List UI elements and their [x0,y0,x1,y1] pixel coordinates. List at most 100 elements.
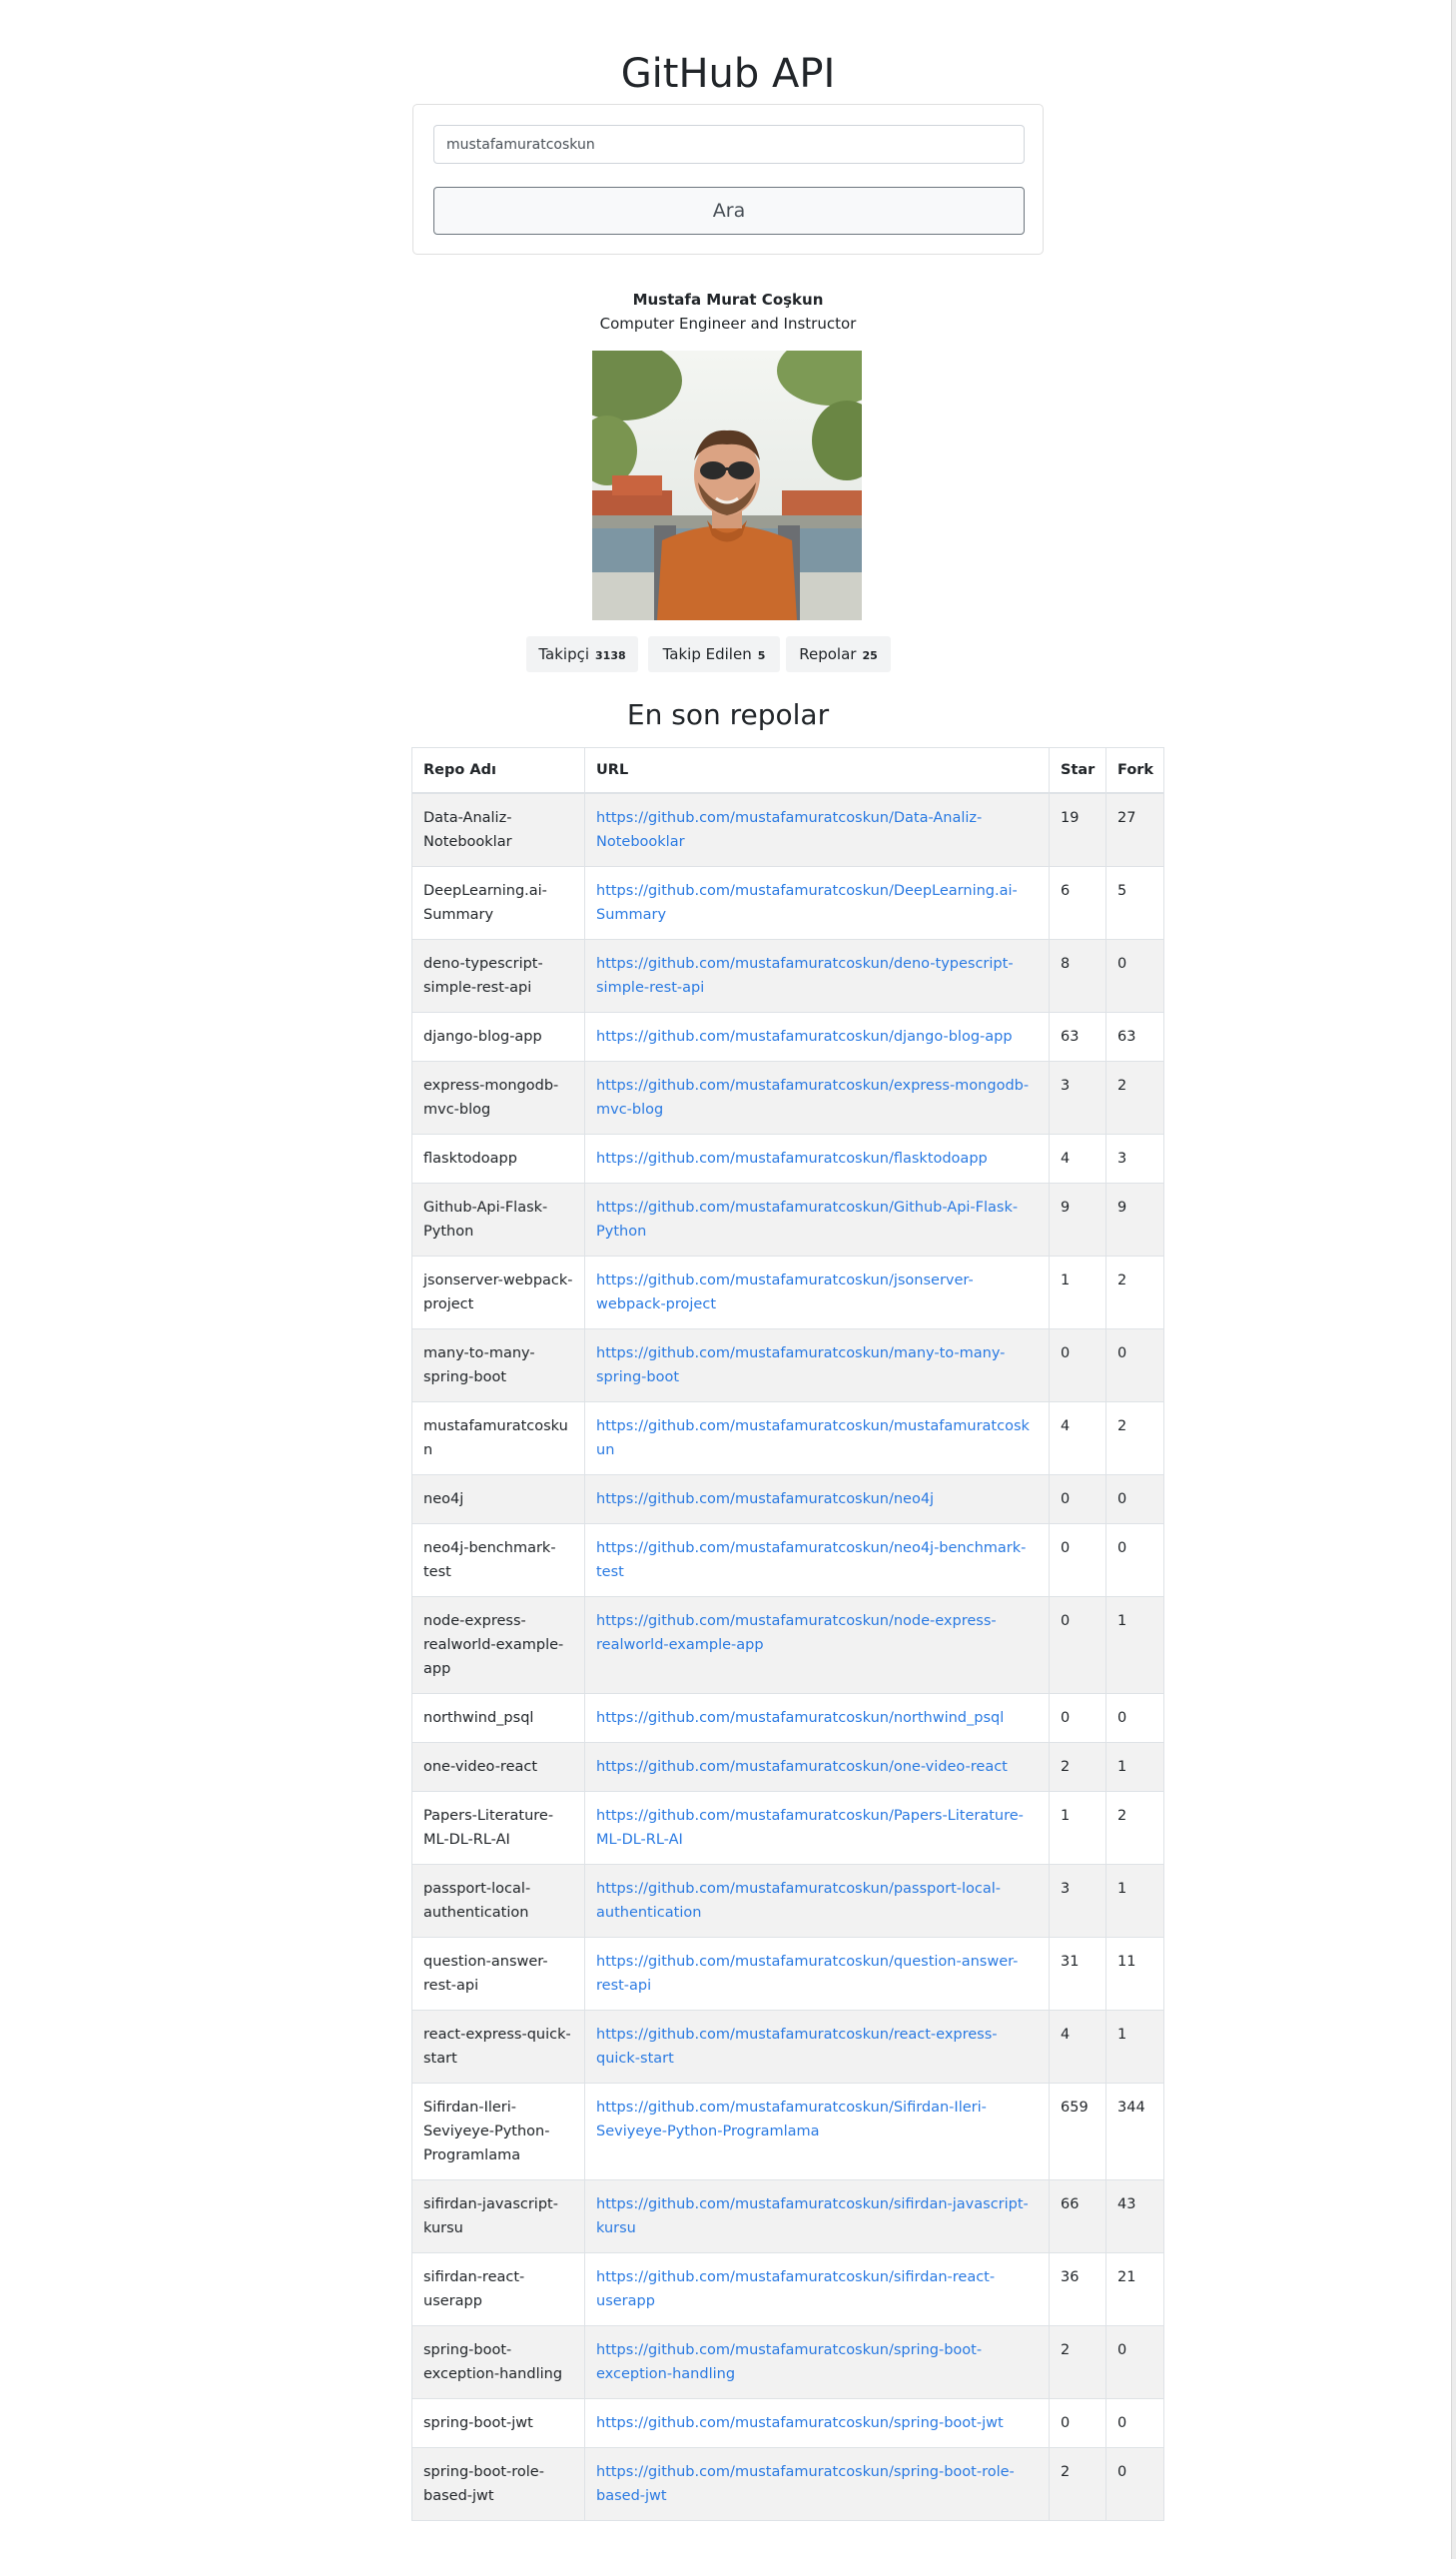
table-row: spring-boot-jwt https://github.com/mustaf… [411,2397,1164,2448]
repos-table: Repo Adı URL Star Fork Data-Analiz-Noteb… [411,747,1164,2521]
repo-fork-cell: 3 [1105,1133,1164,1184]
repo-url-link[interactable]: https://github.com/mustafamuratcoskun/qu… [596,1954,1018,1994]
repo-fork-cell: 43 [1105,2178,1164,2253]
repo-url-link[interactable]: https://github.com/mustafamuratcoskun/on… [596,1759,1008,1775]
repo-star-cell: 659 [1049,2082,1106,2180]
repo-url-link[interactable]: https://github.com/mustafamuratcoskun/sp… [596,2415,1004,2431]
repo-url-link[interactable]: https://github.com/mustafamuratcoskun/sp… [596,2342,982,2382]
column-header-star: Star [1049,747,1106,794]
table-row: sifirdan-javascript-kursu https://github.… [411,2178,1164,2253]
repo-star-cell: 9 [1049,1182,1106,1257]
repo-url-cell: https://github.com/mustafamuratcoskun/Si… [584,2082,1050,2180]
repo-url-link[interactable]: https://github.com/mustafamuratcoskun/pa… [596,1881,1001,1921]
repo-url-cell: https://github.com/mustafamuratcoskun/dj… [584,1011,1050,1062]
repo-url-link[interactable]: https://github.com/mustafamuratcoskun/fl… [596,1151,988,1167]
table-row: spring-boot-role-based-jwt https://github… [411,2446,1164,2521]
repo-url-cell: https://github.com/mustafamuratcoskun/de… [584,938,1050,1013]
table-row: Data-Analiz-Notebooklar https://github.co… [411,792,1164,867]
repo-url-link[interactable]: https://github.com/mustafamuratcoskun/re… [596,2027,998,2067]
repo-fork-cell: 0 [1105,1473,1164,1524]
repo-url-link[interactable]: https://github.com/mustafamuratcoskun/js… [596,1273,974,1312]
table-row: jsonserver-webpack-project https://github… [411,1255,1164,1329]
table-row: DeepLearning.ai-Summary https://github.co… [411,865,1164,940]
repo-star-cell: 63 [1049,1011,1106,1062]
table-row: question-answer-rest-api https://github.c… [411,1936,1164,2011]
repo-fork-cell: 0 [1105,938,1164,1013]
table-row: react-express-quick-start https://github.… [411,2009,1164,2084]
repo-star-cell: 4 [1049,1133,1106,1184]
repo-url-link[interactable]: https://github.com/mustafamuratcoskun/ne… [596,1540,1026,1580]
repo-fork-cell: 21 [1105,2251,1164,2326]
following-stat: Takip Edilen 5 [648,636,780,672]
repo-fork-cell: 2 [1105,1790,1164,1865]
repo-name-cell: neo4j-benchmark-test [411,1522,585,1597]
search-button[interactable]: Ara [433,187,1025,235]
repo-url-link[interactable]: https://github.com/mustafamuratcoskun/dj… [596,1029,1013,1045]
repo-url-link[interactable]: https://github.com/mustafamuratcoskun/ne… [596,1491,934,1507]
column-header-name: Repo Adı [411,747,585,794]
repo-url-link[interactable]: https://github.com/mustafamuratcoskun/de… [596,956,1014,996]
repo-url-link[interactable]: https://github.com/mustafamuratcoskun/no… [596,1613,997,1653]
table-row: neo4j https://github.com/mustafamuratcosk… [411,1473,1164,1524]
table-row: mustafamuratcoskun https://github.com/mus… [411,1400,1164,1475]
repo-url-link[interactable]: https://github.com/mustafamuratcoskun/Da… [596,810,982,850]
repo-name-cell: node-express-realworld-example-app [411,1595,585,1694]
repo-url-link[interactable]: https://github.com/mustafamuratcoskun/ma… [596,1345,1005,1385]
repo-url-cell: https://github.com/mustafamuratcoskun/sp… [584,2324,1050,2399]
repo-url-link[interactable]: https://github.com/mustafamuratcoskun/no… [596,1710,1004,1726]
repos-count: 25 [862,649,878,662]
page-title: GitHub API [620,51,836,97]
repo-star-cell: 0 [1049,1595,1106,1694]
repo-url-link[interactable]: https://github.com/mustafamuratcoskun/si… [596,2196,1029,2236]
repo-star-cell: 2 [1049,1741,1106,1792]
repo-url-link[interactable]: https://github.com/mustafamuratcoskun/mu… [596,1418,1030,1458]
column-header-fork: Fork [1105,747,1164,794]
repo-name-cell: sifirdan-react-userapp [411,2251,585,2326]
repos-section-title: En son repolar [626,698,830,731]
repo-url-cell: https://github.com/mustafamuratcoskun/sp… [584,2446,1050,2521]
repo-url-link[interactable]: https://github.com/mustafamuratcoskun/Gi… [596,1200,1018,1240]
repo-fork-cell: 2 [1105,1060,1164,1135]
repo-star-cell: 2 [1049,2324,1106,2399]
search-input[interactable] [433,125,1025,164]
repo-name-cell: django-blog-app [411,1011,585,1062]
table-row: express-mongodb-mvc-blog https://github.c… [411,1060,1164,1135]
table-row: many-to-many-spring-boot https://github.c… [411,1327,1164,1402]
repo-star-cell: 66 [1049,2178,1106,2253]
repos-label: Repolar [799,645,857,663]
table-row: Papers-Literature-ML-DL-RL-AI https://git… [411,1790,1164,1865]
repo-star-cell: 0 [1049,1327,1106,1402]
repo-url-cell: https://github.com/mustafamuratcoskun/ne… [584,1522,1050,1597]
repo-url-cell: https://github.com/mustafamuratcoskun/qu… [584,1936,1050,2011]
repo-fork-cell: 1 [1105,2009,1164,2084]
repo-url-link[interactable]: https://github.com/mustafamuratcoskun/sp… [596,2464,1015,2504]
table-row: node-express-realworld-example-app https:… [411,1595,1164,1694]
repo-fork-cell: 0 [1105,2397,1164,2448]
repo-star-cell: 2 [1049,2446,1106,2521]
repo-name-cell: jsonserver-webpack-project [411,1255,585,1329]
repo-url-link[interactable]: https://github.com/mustafamuratcoskun/si… [596,2269,995,2309]
repo-star-cell: 1 [1049,1790,1106,1865]
following-count: 5 [757,649,766,662]
repo-url-link[interactable]: https://github.com/mustafamuratcoskun/ex… [596,1078,1029,1118]
avatar-photo [592,351,862,620]
repo-url-link[interactable]: https://github.com/mustafamuratcoskun/De… [596,883,1018,923]
column-header-url: URL [584,747,1050,794]
window-scrollbar[interactable] [1451,0,1456,2559]
repo-name-cell: express-mongodb-mvc-blog [411,1060,585,1135]
avatar [592,351,862,620]
repo-fork-cell: 1 [1105,1863,1164,1938]
repo-name-cell: spring-boot-exception-handling [411,2324,585,2399]
repo-url-link[interactable]: https://github.com/mustafamuratcoskun/Si… [596,2100,987,2139]
repo-fork-cell: 9 [1105,1182,1164,1257]
repo-url-cell: https://github.com/mustafamuratcoskun/ma… [584,1327,1050,1402]
table-row: spring-boot-exception-handling https://gi… [411,2324,1164,2399]
repo-url-cell: https://github.com/mustafamuratcoskun/no… [584,1692,1050,1743]
repo-name-cell: react-express-quick-start [411,2009,585,2084]
repo-url-cell: https://github.com/mustafamuratcoskun/ne… [584,1473,1050,1524]
repo-url-link[interactable]: https://github.com/mustafamuratcoskun/Pa… [596,1808,1024,1848]
repo-name-cell: one-video-react [411,1741,585,1792]
repo-fork-cell: 0 [1105,1692,1164,1743]
repo-star-cell: 8 [1049,938,1106,1013]
repo-name-cell: DeepLearning.ai-Summary [411,865,585,940]
